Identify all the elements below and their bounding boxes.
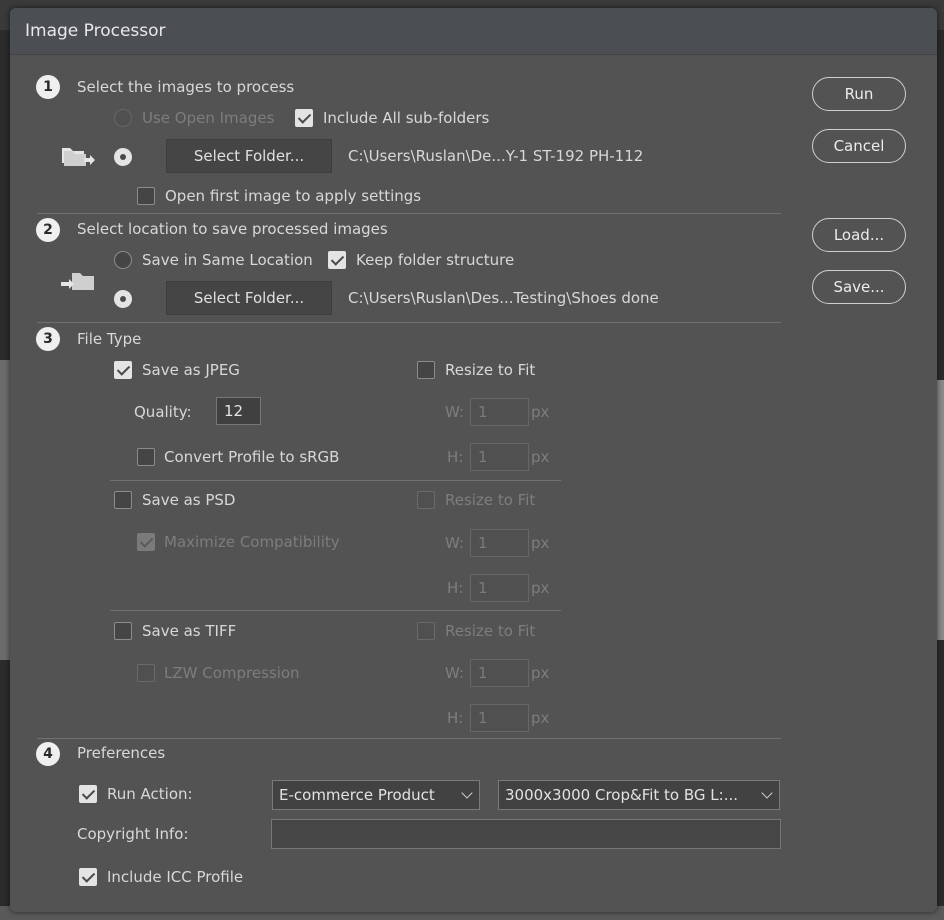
load-button[interactable]: Load...: [812, 218, 906, 252]
source-folder-path: C:\Users\Ruslan\De...Y-1 ST-192 PH-112: [348, 147, 644, 165]
tiff-resize-label: Resize to Fit: [445, 622, 536, 640]
section1-title: Select the images to process: [77, 78, 295, 96]
filetype-divider: [110, 480, 561, 481]
select-source-folder-button[interactable]: Select Folder...: [166, 139, 332, 173]
save-as-jpeg-checkbox[interactable]: [114, 361, 132, 379]
lzw-compression-label: LZW Compression: [164, 664, 300, 682]
maximize-compatibility-checkbox[interactable]: [137, 533, 155, 551]
copyright-label: Copyright Info:: [77, 825, 189, 843]
section-divider: [37, 738, 781, 739]
use-open-images-label: Use Open Images: [142, 109, 275, 127]
tiff-height-unit: px: [531, 709, 550, 727]
quality-input[interactable]: 12: [216, 397, 261, 425]
save-as-tiff-label: Save as TIFF: [142, 622, 237, 640]
keep-folder-structure-checkbox[interactable]: [328, 251, 346, 269]
step-1-icon: 1: [36, 75, 60, 99]
save-as-jpeg-label: Save as JPEG: [142, 361, 240, 379]
chevron-down-icon: [761, 787, 773, 799]
step-4-icon: 4: [36, 742, 60, 766]
tiff-width-input[interactable]: 1: [470, 659, 529, 687]
include-subfolders-checkbox[interactable]: [295, 109, 313, 127]
psd-width-label: W:: [445, 534, 465, 552]
use-open-images-radio[interactable]: [114, 109, 132, 127]
jpeg-width-input[interactable]: 1: [470, 398, 529, 426]
psd-height-input[interactable]: 1: [470, 574, 529, 602]
copyright-input[interactable]: [271, 819, 781, 849]
include-icc-label: Include ICC Profile: [107, 868, 244, 886]
include-subfolders-label: Include All sub-folders: [323, 109, 490, 127]
filetype-divider: [110, 610, 561, 611]
step-3-icon: 3: [36, 327, 60, 351]
tiff-width-unit: px: [531, 664, 550, 682]
section-divider: [37, 322, 781, 323]
open-first-image-checkbox[interactable]: [137, 187, 155, 205]
psd-height-label: H:: [447, 579, 464, 597]
save-button[interactable]: Save...: [812, 270, 906, 304]
cancel-button[interactable]: Cancel: [812, 129, 906, 163]
psd-resize-label: Resize to Fit: [445, 491, 536, 509]
background-image-right: [936, 380, 944, 640]
section3-title: File Type: [77, 330, 142, 348]
jpeg-resize-label: Resize to Fit: [445, 361, 536, 379]
tiff-height-input[interactable]: 1: [470, 704, 529, 732]
image-processor-dialog: Image Processor Run Cancel Load... Save.…: [10, 8, 937, 912]
action-set-select[interactable]: E-commerce Product: [272, 780, 480, 810]
open-first-image-label: Open first image to apply settings: [165, 187, 422, 205]
action-select[interactable]: 3000x3000 Crop&Fit to BG L:...: [498, 780, 780, 810]
psd-width-unit: px: [531, 534, 550, 552]
step-2-icon: 2: [36, 218, 60, 242]
action-set-value: E-commerce Product: [279, 786, 435, 804]
run-action-label: Run Action:: [107, 785, 193, 803]
dialog-title: Image Processor: [25, 21, 166, 41]
tiff-width-label: W:: [445, 664, 465, 682]
quality-label: Quality:: [134, 403, 192, 421]
chevron-down-icon: [461, 787, 473, 799]
jpeg-height-label: H:: [447, 448, 464, 466]
lzw-compression-checkbox[interactable]: [137, 664, 155, 682]
save-as-psd-label: Save as PSD: [142, 491, 236, 509]
tiff-resize-checkbox[interactable]: [417, 622, 435, 640]
run-button[interactable]: Run: [812, 77, 906, 111]
jpeg-height-input[interactable]: 1: [470, 443, 529, 471]
jpeg-resize-checkbox[interactable]: [417, 361, 435, 379]
jpeg-width-label: W:: [445, 403, 465, 421]
folder-arrow-out-icon: [62, 148, 95, 166]
section4-title: Preferences: [77, 744, 166, 762]
psd-resize-checkbox[interactable]: [417, 491, 435, 509]
psd-height-unit: px: [531, 579, 550, 597]
section-divider: [37, 213, 781, 214]
save-as-tiff-checkbox[interactable]: [114, 622, 132, 640]
save-same-location-radio[interactable]: [114, 251, 132, 269]
include-icc-checkbox[interactable]: [79, 868, 97, 886]
action-value: 3000x3000 Crop&Fit to BG L:...: [505, 786, 739, 804]
convert-srgb-checkbox[interactable]: [137, 448, 155, 466]
keep-folder-structure-label: Keep folder structure: [356, 251, 515, 269]
run-action-checkbox[interactable]: [79, 785, 97, 803]
title-bar[interactable]: Image Processor: [10, 8, 937, 55]
psd-width-input[interactable]: 1: [470, 529, 529, 557]
section2-title: Select location to save processed images: [77, 220, 388, 238]
save-as-psd-checkbox[interactable]: [114, 491, 132, 509]
destination-folder-path: C:\Users\Ruslan\Des...Testing\Shoes done: [348, 289, 659, 307]
save-same-location-label: Save in Same Location: [142, 251, 313, 269]
maximize-compatibility-label: Maximize Compatibility: [164, 533, 340, 551]
folder-arrow-in-icon: [61, 273, 94, 290]
select-destination-folder-radio[interactable]: [114, 290, 132, 308]
select-source-folder-radio[interactable]: [114, 148, 132, 166]
select-destination-folder-button[interactable]: Select Folder...: [166, 281, 332, 315]
tiff-height-label: H:: [447, 709, 464, 727]
convert-srgb-label: Convert Profile to sRGB: [164, 448, 340, 466]
jpeg-height-unit: px: [531, 448, 550, 466]
jpeg-width-unit: px: [531, 403, 550, 421]
